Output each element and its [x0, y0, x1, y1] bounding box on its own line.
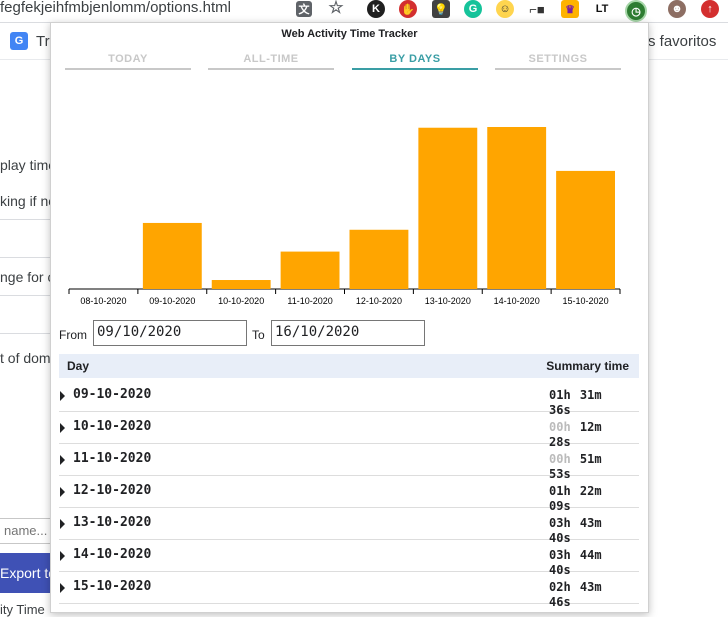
x-tick-label: 10-10-2020 [218, 296, 264, 306]
stop-hand-icon[interactable]: ✋ [399, 0, 417, 18]
day-row[interactable]: 15-10-2020 02h 43m 46s [59, 572, 639, 609]
x-tick-label: 14-10-2020 [494, 296, 540, 306]
k-extension-icon[interactable]: K [367, 0, 385, 18]
row-date: 13-10-2020 [73, 515, 152, 530]
bg-divider [0, 295, 55, 296]
bg-bottom-text: ity Time [0, 602, 45, 617]
row-minutes: 22m [579, 484, 602, 498]
to-label: To [252, 328, 265, 342]
bg-divider [0, 333, 55, 334]
row-seconds: 46s [549, 595, 571, 609]
from-date-input[interactable]: 09/10/2020 [93, 320, 247, 346]
bg-setting-text-1: play time [0, 157, 57, 173]
web-activity-popup: Web Activity Time Tracker TODAY ALL-TIME… [50, 22, 649, 613]
day-row[interactable]: 12-10-2020 01h 22m 09s [59, 476, 639, 513]
row-hours: 01h [549, 388, 571, 402]
row-minutes: 43m [579, 516, 602, 530]
expand-arrow-icon[interactable] [60, 455, 65, 465]
star-icon[interactable]: ☆ [327, 0, 345, 17]
day-row[interactable]: 10-10-2020 00h 12m 28s [59, 412, 639, 449]
trophy-icon[interactable]: ♛ [561, 0, 579, 18]
row-hours: 00h [549, 420, 571, 434]
bar-10-10-2020[interactable] [211, 280, 271, 289]
bg-setting-text-3: nge for c [0, 269, 55, 285]
row-date: 10-10-2020 [73, 419, 152, 434]
bg-setting-text-4: t of dom [0, 350, 51, 366]
address-bar[interactable]: fegfekjeihfmbjenlomm/options.html [0, 0, 231, 16]
row-date: 11-10-2020 [73, 451, 152, 466]
day-row[interactable]: 13-10-2020 03h 43m 40s [59, 508, 639, 545]
x-tick-label: 11-10-2020 [287, 296, 332, 306]
bar-09-10-2020[interactable] [142, 222, 202, 289]
expand-arrow-icon[interactable] [60, 551, 65, 561]
day-row[interactable]: 14-10-2020 03h 44m 40s [59, 540, 639, 577]
x-tick-label: 15-10-2020 [563, 296, 609, 306]
avatar-icon[interactable]: ☻ [668, 0, 686, 18]
row-minutes: 43m [579, 580, 602, 594]
row-date: 09-10-2020 [73, 387, 152, 402]
update-icon[interactable]: ↑ [701, 0, 719, 18]
row-date: 12-10-2020 [73, 483, 152, 498]
tab-all-time[interactable]: ALL-TIME [208, 50, 334, 70]
grammarly-icon[interactable]: G [464, 0, 482, 18]
lightbulb-icon[interactable]: 💡 [432, 0, 450, 18]
days-table-header: Day Summary time [59, 354, 639, 378]
x-tick-label: 08-10-2020 [80, 296, 126, 306]
tab-settings[interactable]: SETTINGS [495, 50, 621, 70]
bar-14-10-2020[interactable] [487, 127, 547, 289]
export-button[interactable]: Export to [0, 553, 55, 593]
column-header-summary: Summary time [546, 359, 629, 373]
lt-extension-icon[interactable]: LT [593, 0, 611, 18]
row-minutes: 51m [579, 452, 602, 466]
row-minutes: 31m [579, 388, 602, 402]
bg-setting-text-2: king if no [0, 193, 57, 209]
row-minutes: 44m [579, 548, 602, 562]
row-date: 15-10-2020 [73, 579, 152, 594]
to-date-input[interactable]: 16/10/2020 [271, 320, 425, 346]
x-tick-label: 12-10-2020 [356, 296, 402, 306]
from-label: From [59, 328, 87, 342]
day-row[interactable]: 11-10-2020 00h 51m 53s [59, 444, 639, 481]
expand-arrow-icon[interactable] [60, 423, 65, 433]
popup-title: Web Activity Time Tracker [281, 28, 418, 40]
translate-icon[interactable]: 文 [296, 1, 312, 17]
bg-divider [0, 257, 55, 258]
glasses-icon[interactable]: ⌐■ [528, 0, 546, 18]
bg-domain-input[interactable]: name... [0, 518, 52, 544]
row-date: 14-10-2020 [73, 547, 152, 562]
bookmark-favorites[interactable]: s favoritos [648, 33, 716, 50]
browser-toolbar: fegfekjeihfmbjenlomm/options.html 文 ☆ K … [0, 0, 728, 23]
expand-arrow-icon[interactable] [60, 391, 65, 401]
expand-arrow-icon[interactable] [60, 487, 65, 497]
face-extension-icon[interactable]: ☺ [496, 0, 514, 18]
row-hours: 03h [549, 548, 571, 562]
row-minutes: 12m [579, 420, 602, 434]
activity-bar-chart: 08-10-2020 09-10-2020 10-10-2020 11-10-2020… [68, 127, 621, 306]
x-tick-label: 09-10-2020 [149, 296, 195, 306]
expand-arrow-icon[interactable] [60, 519, 65, 529]
google-translate-bookmark-icon[interactable]: G [10, 32, 28, 50]
timer-icon[interactable]: ◷ [625, 0, 647, 22]
tab-by-days[interactable]: BY DAYS [352, 50, 478, 70]
row-hours: 03h [549, 516, 571, 530]
row-hours: 00h [549, 452, 571, 466]
bar-12-10-2020[interactable] [349, 229, 409, 289]
day-row[interactable]: 09-10-2020 01h 31m 36s [59, 380, 639, 417]
row-hours: 02h [549, 580, 571, 594]
x-tick-label: 13-10-2020 [425, 296, 471, 306]
tab-today[interactable]: TODAY [65, 50, 191, 70]
column-header-day: Day [67, 359, 90, 373]
row-hours: 01h [549, 484, 571, 498]
bar-15-10-2020[interactable] [556, 170, 615, 289]
bg-divider [0, 219, 55, 220]
bar-11-10-2020[interactable] [280, 251, 340, 289]
row-summary-time: 02h 43m 46s [549, 580, 617, 610]
bar-13-10-2020[interactable] [418, 127, 478, 289]
expand-arrow-icon[interactable] [60, 583, 65, 593]
bookmark-tr[interactable]: Tr [36, 33, 50, 50]
